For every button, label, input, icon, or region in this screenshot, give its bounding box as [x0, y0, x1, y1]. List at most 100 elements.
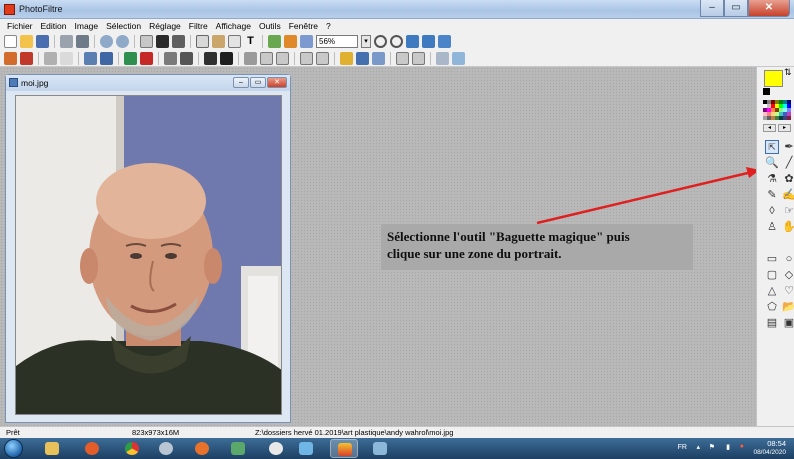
- fill-bucket-icon[interactable]: ⚗: [765, 172, 779, 186]
- taskbar-app7[interactable]: [262, 439, 290, 458]
- flag-icon[interactable]: ⚑: [709, 443, 715, 451]
- rotate-left-icon[interactable]: [396, 51, 409, 65]
- lasso-shape-icon[interactable]: ♡: [782, 284, 794, 298]
- chevron-up-icon[interactable]: ▴: [696, 443, 700, 451]
- text-icon[interactable]: T: [244, 35, 257, 48]
- open-shape-icon[interactable]: 📂: [782, 300, 794, 314]
- swap-colors-icon[interactable]: ⇅: [784, 67, 792, 78]
- canvas-icon[interactable]: [156, 35, 169, 48]
- rounded-rect-shape-icon[interactable]: ▢: [765, 268, 779, 282]
- brightness-minus-icon[interactable]: [44, 51, 57, 65]
- taskbar-app10[interactable]: [366, 439, 394, 458]
- portrait-image[interactable]: [15, 95, 282, 415]
- rotate-right-icon[interactable]: [412, 51, 425, 65]
- zoom-out-icon[interactable]: [390, 35, 403, 48]
- taskbar-media[interactable]: [152, 439, 180, 458]
- saturation-minus-icon[interactable]: [124, 51, 137, 65]
- tray-time[interactable]: 08:54: [767, 439, 786, 448]
- mask-icon[interactable]: ▣: [782, 316, 794, 330]
- blur-icon[interactable]: [244, 51, 257, 65]
- menu-image[interactable]: Image: [71, 19, 103, 33]
- auto-levels-icon[interactable]: [4, 51, 17, 65]
- network-icon[interactable]: ▮: [726, 443, 730, 451]
- save-icon[interactable]: [36, 35, 49, 48]
- saturation-plus-icon[interactable]: [140, 51, 153, 65]
- foreground-color-swatch[interactable]: [764, 70, 783, 87]
- taskbar-explorer[interactable]: [38, 439, 66, 458]
- zoom-select[interactable]: 56%: [316, 35, 358, 48]
- menu-selection[interactable]: Sélection: [102, 19, 145, 33]
- image-size-icon[interactable]: [140, 35, 153, 48]
- gamma-plus-icon[interactable]: [180, 51, 193, 65]
- smudge-finger-icon[interactable]: ☞: [782, 204, 794, 218]
- contrast-plus-icon[interactable]: [100, 51, 113, 65]
- magic-wand-icon[interactable]: 🔍: [765, 156, 779, 170]
- zoom-in-icon[interactable]: [374, 35, 387, 48]
- palette-prev-button[interactable]: ◂: [763, 124, 776, 132]
- sharpen-icon[interactable]: [260, 51, 273, 65]
- start-button[interactable]: [4, 439, 23, 458]
- drop-icon[interactable]: [300, 51, 313, 65]
- polygon-shape-icon[interactable]: ⬠: [765, 300, 779, 314]
- taskbar-app8[interactable]: [292, 439, 320, 458]
- open-folder-icon[interactable]: [20, 35, 33, 48]
- explorer-icon[interactable]: [436, 51, 449, 65]
- menu-outils[interactable]: Outils: [255, 19, 285, 33]
- palette-next-button[interactable]: ▸: [778, 124, 791, 132]
- crop-icon[interactable]: [172, 35, 185, 48]
- spray-icon[interactable]: ✿: [782, 172, 794, 186]
- color-palette[interactable]: [763, 100, 791, 120]
- diamond-shape-icon[interactable]: ◇: [782, 268, 794, 282]
- menu-fichier[interactable]: Fichier: [3, 19, 37, 33]
- menu-filtre[interactable]: Filtre: [185, 19, 212, 33]
- transparency-icon[interactable]: [268, 35, 281, 48]
- flip-icon[interactable]: [356, 51, 369, 65]
- menu-help[interactable]: ?: [322, 19, 335, 33]
- auto-contrast-icon[interactable]: [20, 51, 33, 65]
- print-icon[interactable]: [60, 35, 73, 48]
- tray-date[interactable]: 08/04/2020: [753, 449, 786, 456]
- selection-tool-icon[interactable]: ⇱: [765, 140, 779, 154]
- triangle-shape-icon[interactable]: △: [765, 284, 779, 298]
- paste-icon[interactable]: [212, 35, 225, 48]
- minimize-button[interactable]: ‒: [700, 0, 724, 17]
- stretch-icon[interactable]: [316, 51, 329, 65]
- speaker-icon[interactable]: ●: [740, 443, 744, 450]
- photo-masque-icon[interactable]: [284, 35, 297, 48]
- blur-drop-icon[interactable]: ◊: [765, 204, 779, 218]
- taskbar-app6[interactable]: [224, 439, 252, 458]
- color-balance-icon[interactable]: [340, 51, 353, 65]
- maximize-button[interactable]: ▭: [724, 0, 748, 17]
- advanced-brush-icon[interactable]: ✍: [782, 188, 794, 202]
- taskbar-photofiltre[interactable]: [330, 439, 358, 458]
- menu-edition[interactable]: Edition: [37, 19, 71, 33]
- taskbar-office[interactable]: [78, 439, 106, 458]
- autocrop-icon[interactable]: [300, 35, 313, 48]
- document-minimize-button[interactable]: ‒: [233, 77, 249, 88]
- fit-window-icon[interactable]: [406, 35, 419, 48]
- taskbar-firefox[interactable]: [188, 439, 216, 458]
- redo-icon[interactable]: [116, 35, 129, 48]
- taskbar-chrome[interactable]: [118, 439, 146, 458]
- color-picker-icon[interactable]: ✒: [782, 140, 794, 154]
- close-button[interactable]: ✕: [748, 0, 790, 17]
- workspace-area[interactable]: moi.jpg ‒ ▭ ✕ Sélectionne l'outil "Bague…: [0, 67, 756, 426]
- sepia-icon[interactable]: [220, 51, 233, 65]
- grayscale-icon[interactable]: [204, 51, 217, 65]
- menu-affichage[interactable]: Affichage: [212, 19, 255, 33]
- soften-icon[interactable]: [276, 51, 289, 65]
- plugins-icon[interactable]: [452, 51, 465, 65]
- document-close-button[interactable]: ✕: [267, 77, 287, 88]
- menu-fenetre[interactable]: Fenêtre: [285, 19, 322, 33]
- brightness-plus-icon[interactable]: [60, 51, 73, 65]
- copy-icon[interactable]: [196, 35, 209, 48]
- clone-stamp-icon[interactable]: ♙: [765, 220, 779, 234]
- menu-reglage[interactable]: Réglage: [145, 19, 185, 33]
- show-selection-icon[interactable]: ▤: [765, 316, 779, 330]
- mirror-icon[interactable]: [372, 51, 385, 65]
- hand-icon[interactable]: ✋: [782, 220, 794, 234]
- chevron-down-icon[interactable]: ▾: [361, 35, 371, 48]
- line-tool-icon[interactable]: ╱: [782, 156, 794, 170]
- tray-language[interactable]: FR: [678, 444, 687, 451]
- contrast-minus-icon[interactable]: [84, 51, 97, 65]
